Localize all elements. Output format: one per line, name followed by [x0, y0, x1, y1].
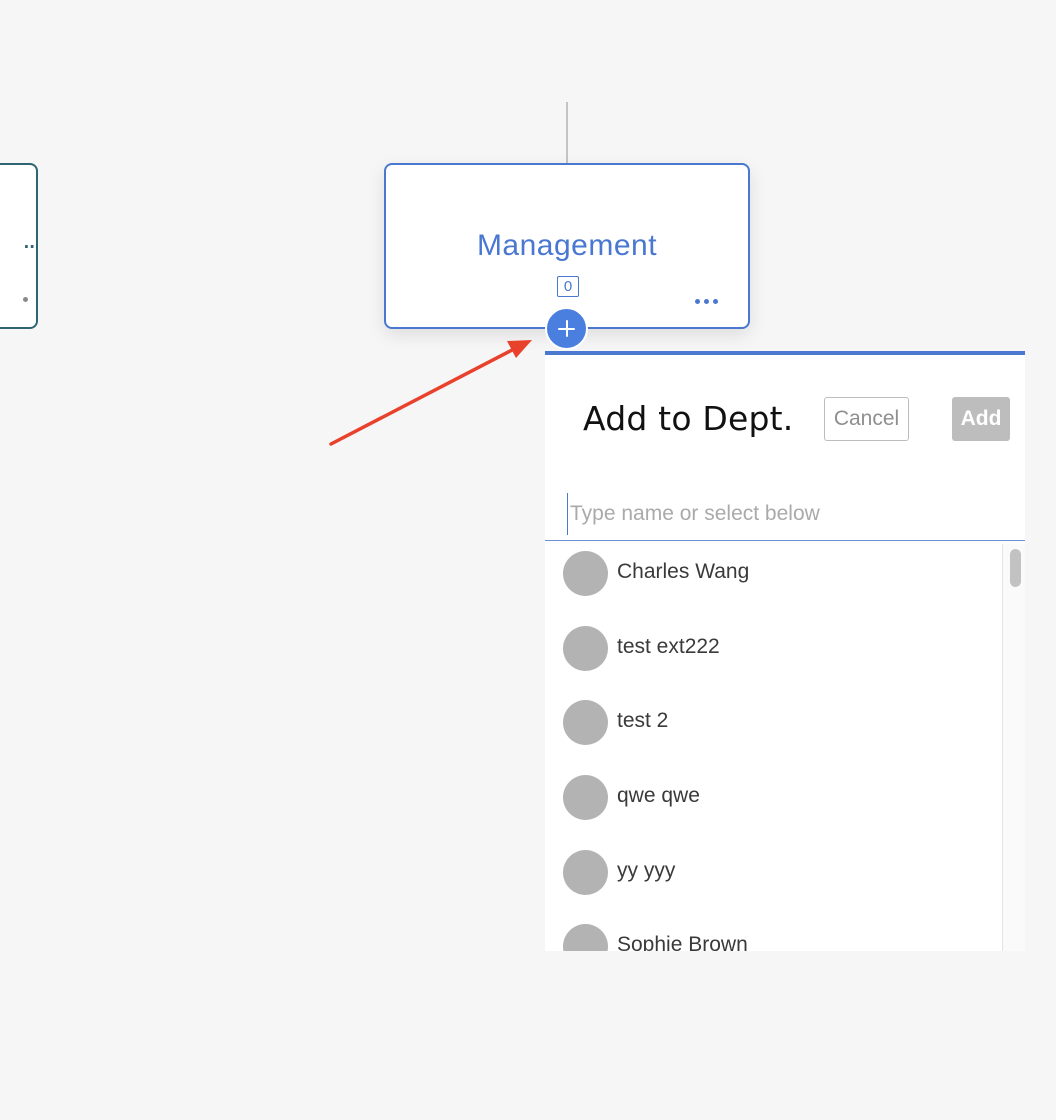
- connector-line: [566, 102, 568, 164]
- scrollbar-thumb[interactable]: [1010, 549, 1021, 587]
- cancel-button[interactable]: Cancel: [824, 397, 909, 441]
- scrollbar-track[interactable]: [1002, 544, 1025, 951]
- person-name: Charles Wang: [617, 560, 750, 583]
- truncated-title: ..: [22, 223, 35, 254]
- name-search-input[interactable]: [567, 493, 992, 535]
- person-name: test 2: [617, 709, 669, 732]
- list-item[interactable]: Charles Wang: [545, 544, 1003, 604]
- avatar: [563, 626, 608, 671]
- list-item[interactable]: qwe qwe: [545, 768, 1003, 828]
- search-field-wrapper: [545, 489, 1025, 541]
- list-item[interactable]: yy yyy: [545, 843, 1003, 903]
- add-member-button[interactable]: [545, 307, 588, 350]
- more-dot: [23, 297, 28, 302]
- person-name: Sophie Brown: [617, 933, 748, 951]
- add-to-dept-panel: Add to Dept. Cancel Add Charles Wang tes…: [545, 351, 1025, 951]
- avatar: [563, 775, 608, 820]
- avatar: [563, 551, 608, 596]
- person-name: yy yyy: [617, 859, 676, 882]
- avatar: [563, 924, 608, 951]
- list-item[interactable]: test 2: [545, 693, 1003, 753]
- member-count-badge: 0: [557, 276, 579, 297]
- dept-card-partial[interactable]: ..: [0, 163, 38, 329]
- list-item[interactable]: test ext222: [545, 619, 1003, 679]
- avatar: [563, 850, 608, 895]
- dept-title: Management: [476, 229, 658, 262]
- dept-card-management[interactable]: Management 0: [384, 163, 750, 329]
- panel-title: Add to Dept.: [583, 399, 794, 438]
- more-options-icon[interactable]: [695, 299, 718, 304]
- people-list: Charles Wang test ext222 test 2 qwe qwe …: [545, 544, 1003, 951]
- list-item[interactable]: Sophie Brown: [545, 917, 1003, 951]
- person-name: test ext222: [617, 635, 720, 658]
- add-button[interactable]: Add: [952, 397, 1010, 441]
- avatar: [563, 700, 608, 745]
- person-name: qwe qwe: [617, 784, 700, 807]
